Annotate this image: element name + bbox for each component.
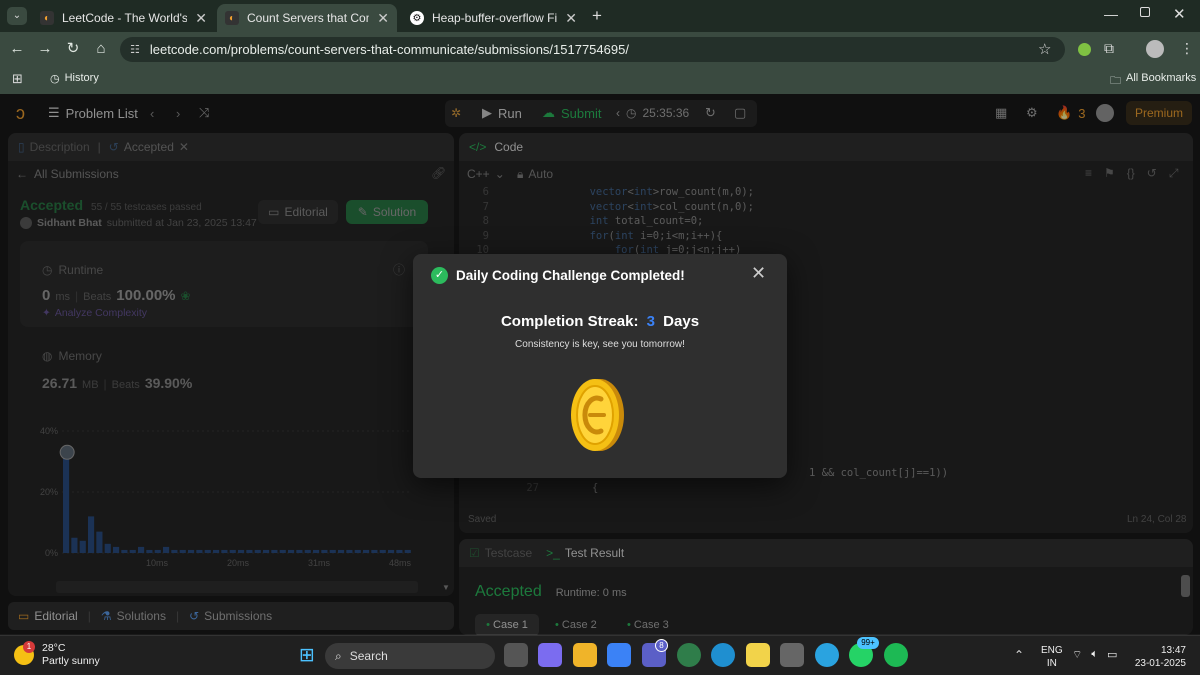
tray-chevron-icon[interactable]: ⌃ xyxy=(1014,648,1024,662)
modal-message: Consistency is key, see you tomorrow! xyxy=(515,339,685,350)
folder-icon: 🗀 xyxy=(1110,75,1121,87)
spotify-icon[interactable] xyxy=(884,643,908,667)
close-tab-icon[interactable]: ✕ xyxy=(195,10,207,27)
chatgpt-favicon-icon: ⚙ xyxy=(410,11,424,25)
extension-green-icon[interactable] xyxy=(1078,43,1091,56)
close-window-button[interactable]: ✕ xyxy=(1173,5,1186,23)
search-icon: ⌕ xyxy=(335,648,342,663)
bookmark-history[interactable]: ◷ History xyxy=(50,72,99,85)
check-circle-icon: ✓ xyxy=(431,267,448,284)
whatsapp-icon[interactable]: 99+ xyxy=(849,637,879,667)
bookmark-star-icon[interactable]: ☆ xyxy=(1038,40,1051,58)
browser-tab-heap-overflow[interactable]: ⚙ Heap-buffer-overflow Fix ✕ xyxy=(402,4,585,32)
url-text: leetcode.com/problems/count-servers-that… xyxy=(149,42,629,57)
site-info-icon[interactable]: ☷ xyxy=(130,43,140,56)
system-tray-icons[interactable]: ⌔ 🔈︎ ▭ xyxy=(1072,648,1117,662)
forward-icon[interactable]: → xyxy=(36,40,54,58)
task-view-icon[interactable] xyxy=(504,643,528,667)
copilot-icon[interactable] xyxy=(538,643,562,667)
volume-icon: 🔈︎ xyxy=(1091,648,1098,660)
home-icon[interactable]: ⌂ xyxy=(92,40,110,58)
restore-window-button[interactable] xyxy=(1140,7,1150,17)
gold-coin-icon xyxy=(571,379,624,451)
windows-start-icon[interactable]: ⊞ xyxy=(295,643,319,667)
close-modal-button[interactable]: ✕ xyxy=(751,263,766,284)
telegram-icon[interactable] xyxy=(815,643,839,667)
wifi-icon: ⌔ xyxy=(1072,649,1083,661)
reload-icon[interactable]: ↻ xyxy=(64,40,82,58)
edge-icon[interactable] xyxy=(711,643,735,667)
phone-link-icon[interactable] xyxy=(780,643,804,667)
browser-tab-count-servers[interactable]: ◐ Count Servers that Communicat ✕ xyxy=(217,4,397,32)
taskbar-search[interactable]: ⌕ Search xyxy=(325,643,495,669)
new-tab-button[interactable]: + xyxy=(592,6,602,26)
daily-challenge-modal: ✓ Daily Coding Challenge Completed! ✕ Co… xyxy=(413,254,787,478)
chrome-icon[interactable] xyxy=(677,643,701,667)
browser-menu-icon[interactable]: ⋮ xyxy=(1180,40,1194,57)
file-explorer-icon[interactable] xyxy=(573,643,597,667)
history-clock-icon: ◷ xyxy=(50,73,60,85)
modal-header: ✓ Daily Coding Challenge Completed! xyxy=(431,267,685,284)
close-tab-icon[interactable]: ✕ xyxy=(377,10,389,27)
language-indicator[interactable]: ENG IN xyxy=(1041,644,1063,670)
profile-avatar[interactable] xyxy=(1146,40,1164,58)
teams-icon[interactable]: 8 xyxy=(642,639,668,667)
modal-title: Daily Coding Challenge Completed! xyxy=(456,268,685,283)
address-bar[interactable]: ☷ leetcode.com/problems/count-servers-th… xyxy=(120,37,1065,62)
browser-tab-leetcode[interactable]: ◐ LeetCode - The World's Leading ✕ xyxy=(32,4,215,32)
tab-search-button[interactable]: ⌄ xyxy=(7,7,27,25)
all-bookmarks[interactable]: 🗀 All Bookmarks xyxy=(1110,72,1196,91)
streak-line: Completion Streak: 3 Days xyxy=(500,313,700,330)
leetcode-favicon-icon: ◐ xyxy=(225,11,239,25)
back-icon[interactable]: ← xyxy=(8,40,26,58)
battery-icon: ▭ xyxy=(1106,649,1118,661)
close-tab-icon[interactable]: ✕ xyxy=(565,10,577,27)
bookmarks-bar xyxy=(0,66,1200,94)
extensions-puzzle-icon[interactable]: ⧉ xyxy=(1104,40,1114,57)
minimize-window-button[interactable]: — xyxy=(1104,6,1118,22)
weather-sun-icon: 1 xyxy=(14,641,35,665)
sticky-notes-icon[interactable] xyxy=(746,643,770,667)
clock[interactable]: 13:47 23-01-2025 xyxy=(1134,644,1186,670)
weather-widget[interactable]: 1 28°C Partly sunny xyxy=(14,641,100,668)
store-icon[interactable] xyxy=(607,643,631,667)
leetcode-favicon-icon: ◐ xyxy=(40,11,54,25)
apps-grid-icon[interactable]: ⊞ xyxy=(12,71,23,87)
